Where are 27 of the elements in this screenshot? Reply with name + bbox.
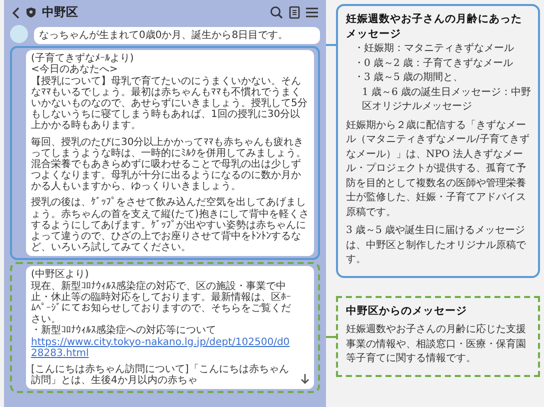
menu-icon[interactable] <box>306 7 318 18</box>
message-text: 毎回、授乳のたびに30分以上かかってﾏﾏも赤ちゃんも疲れきってしまうような時は、一時的にﾐﾙｸを併用してみましょう。混合栄養でもあきらめずに吸わせることで母乳の出は少しずつよくなります。母乳が十分に出るようになるのに数か月かかる人もいますから、ゆっくりいきましょう。 <box>31 136 307 192</box>
shield-icon <box>26 7 36 18</box>
chat-title: 中野区 <box>42 4 79 21</box>
callout-title: 妊娠週数やお子さんの月齢にあったメッセージ <box>346 12 523 42</box>
note-icon[interactable] <box>289 6 300 19</box>
avatar <box>10 25 28 43</box>
message-text: [こんにちは赤ちゃん訪問について]「こんにちは赤ちゃん訪問」とは、生後4か月以内の赤ちゃ <box>31 364 290 386</box>
back-icon[interactable] <box>12 6 20 18</box>
url-link[interactable]: https://www.city.tokyo-nakano.lg.jp/dept/102500/d028283.html <box>31 336 292 359</box>
message-text: 授乳の後は、ｹﾞｯﾌﾟをさせて飲み込んだ空気を出してあげましょう。赤ちゃんの首を支えて縦(たて)抱きにして背中を軽くさするようにしてあげます。ｹﾞｯﾌﾟが出やすい姿勢は赤ちゃんによって違うので、ひざの上でお座りさせて背中をﾄﾝﾄﾝするなど、いろいろ試してみてください。 <box>31 197 309 254</box>
bullet-item: ・0 歳～2 歳：子育てきずなメール <box>353 56 514 71</box>
message-text: (中野区より) <box>31 269 90 280</box>
bullet-item: ・3 歳～5 歳の期間と、 1 歳～6 歳の誕生日メッセージ：中野区オリジナルメッセージ <box>353 71 532 114</box>
callout-text: 妊娠期から２歳に配信する「きずなメール（マタニティきずなメール/子育てきずなメール）」は、NPO 法人きずなメール・プロジェクトが提供する、孤育て予防を目的として複数名の医師や管理栄養士が監修した、妊娠・子育てアドバイス原稿です。 <box>346 118 530 220</box>
callout-text: 妊娠週数やお子さんの月齢に応じた支援事業の情報や、相談窓口・医療・保育園等子育てに関する情報です。 <box>346 323 527 366</box>
down-arrow-icon <box>300 372 310 384</box>
message-text: <今日のあなたへ> <box>31 64 119 76</box>
message-text: 【授乳について】母乳で育てたいのにうまくいかない。そんなﾏﾏもいるでしょう。最初は赤ちゃんもﾏﾏも不慣れでうまくいかないものなので、あせらずにいきましょう。授乳して5分もしないうちに寝てしまう時もあれば、1回の授乳に30分以上かかる時もあります。 <box>31 76 308 132</box>
search-icon[interactable] <box>270 6 283 19</box>
message-text: (子育てきずなﾒｰﾙより) <box>31 53 135 64</box>
message-text: なっちゃんが生まれて0歳0か月、誕生から8日目です。 <box>39 30 290 42</box>
callout-title: 中野区からのメッセージ <box>346 304 468 319</box>
message-text: ・新型ｺﾛﾅｳｨﾙｽ感染症への対応等について <box>31 325 217 336</box>
bullet-item: ・妊娠期：マタニティきずなメール <box>353 42 515 56</box>
message-text: 現在、新型ｺﾛﾅｳｨﾙｽ感染症の対応で、区の施設・事業で中止・休止等の臨時対応をしております。最新情報は、区ﾎｰﾑﾍﾟｰｼﾞにてお知らせしておりますので、そちらをご覧ください。 <box>31 280 292 326</box>
callout-text: 3 歳～5 歳や誕生日に届けるメッセージは、中野区と制作したオリジナル原稿です。 <box>346 224 527 268</box>
